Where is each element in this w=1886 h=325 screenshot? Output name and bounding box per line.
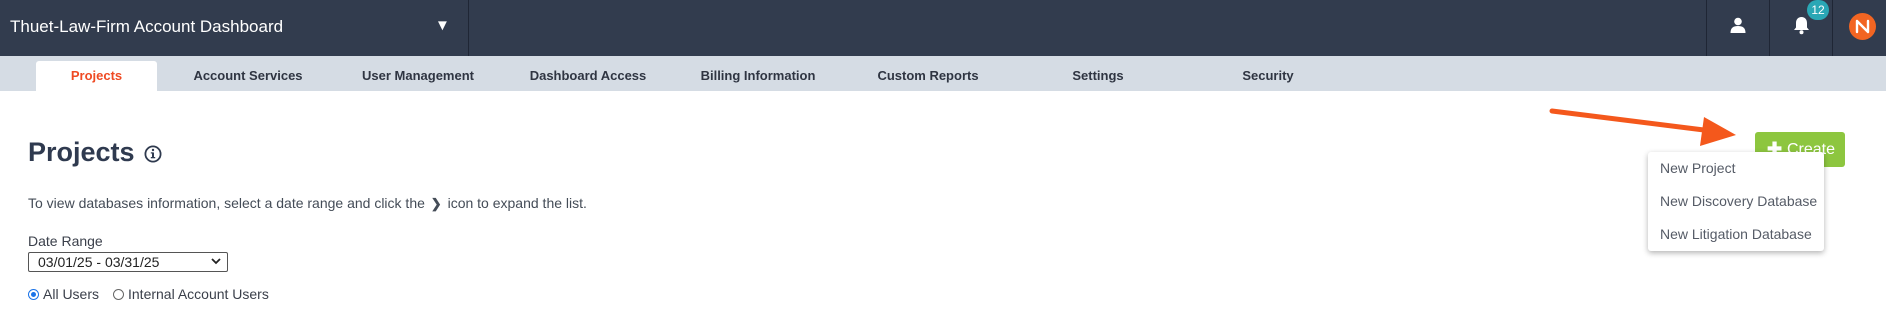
tab-projects[interactable]: Projects — [36, 61, 157, 91]
tab-custom-reports[interactable]: Custom Reports — [868, 61, 988, 91]
notification-count-badge: 12 — [1807, 0, 1829, 20]
tab-dashboard-access[interactable]: Dashboard Access — [522, 61, 654, 91]
caret-down-icon: ▼ — [435, 17, 450, 34]
tab-bar: Projects Account Services User Managemen… — [0, 56, 1886, 91]
brand-menu-button[interactable] — [1832, 0, 1886, 56]
instructions-text: To view databases information, select a … — [28, 195, 587, 212]
menu-item-new-litigation-database[interactable]: New Litigation Database — [1660, 226, 1812, 242]
create-dropdown-menu: New Project New Discovery Database New L… — [1648, 152, 1824, 251]
date-range-value: 03/01/25 - 03/31/25 — [38, 254, 160, 270]
tab-account-services[interactable]: Account Services — [182, 61, 314, 91]
tab-billing-information[interactable]: Billing Information — [692, 61, 824, 91]
radio-internal-account-users[interactable]: Internal Account Users — [113, 286, 269, 302]
menu-item-new-discovery-database[interactable]: New Discovery Database — [1660, 193, 1817, 209]
user-profile-button[interactable] — [1706, 0, 1768, 56]
brand-logo-icon — [1849, 13, 1876, 40]
page-title: Projects — [28, 137, 135, 167]
menu-item-new-project[interactable]: New Project — [1660, 160, 1735, 176]
notifications-button[interactable]: 12 — [1769, 0, 1831, 56]
info-icon[interactable] — [144, 145, 162, 163]
radio-internal-users-label: Internal Account Users — [128, 286, 269, 302]
chevron-right-icon: ❯ — [430, 196, 442, 211]
radio-all-users[interactable]: All Users — [28, 286, 99, 302]
tab-user-management[interactable]: User Management — [350, 61, 486, 91]
tab-settings[interactable]: Settings — [1058, 61, 1138, 91]
top-navigation-bar: Thuet-Law-Firm Account Dashboard ▼ 12 — [0, 0, 1886, 56]
user-icon — [1730, 17, 1746, 33]
bell-icon — [1794, 17, 1809, 35]
tab-security[interactable]: Security — [1228, 61, 1308, 91]
radio-button-unchecked[interactable] — [113, 289, 124, 300]
chevron-down-icon — [210, 253, 222, 272]
radio-all-users-label: All Users — [43, 286, 100, 302]
account-selector[interactable]: Thuet-Law-Firm Account Dashboard ▼ — [0, 0, 469, 56]
instructions-after: icon to expand the list. — [447, 195, 587, 211]
date-range-label: Date Range — [28, 233, 103, 249]
account-title: Thuet-Law-Firm Account Dashboard — [10, 17, 284, 36]
instructions-before: To view databases information, select a … — [28, 195, 425, 211]
radio-button-checked[interactable] — [28, 289, 39, 300]
date-range-select[interactable]: 03/01/25 - 03/31/25 — [28, 252, 228, 272]
